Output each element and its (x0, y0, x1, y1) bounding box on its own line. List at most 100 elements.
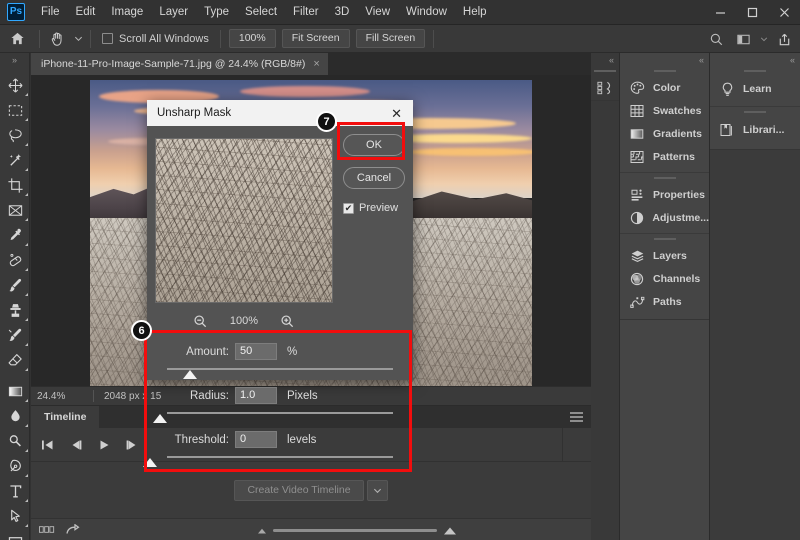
menu-type[interactable]: Type (196, 0, 237, 25)
panel-drag-handle[interactable] (620, 234, 709, 244)
home-icon[interactable] (0, 25, 34, 53)
collapse-dock-handle[interactable]: « (591, 53, 619, 66)
panel-drag-handle[interactable] (710, 107, 800, 117)
share-icon[interactable] (771, 25, 798, 53)
panel-tab-patterns[interactable]: Patterns (620, 145, 709, 168)
chevron-down-icon[interactable] (71, 25, 85, 53)
menu-3d[interactable]: 3D (327, 0, 358, 25)
frame-tool[interactable] (0, 198, 30, 223)
scroll-all-windows-checkbox[interactable]: Scroll All Windows (96, 33, 215, 45)
menu-view[interactable]: View (357, 0, 398, 25)
close-icon[interactable]: × (313, 58, 319, 70)
zoom-in-icon[interactable] (280, 314, 295, 329)
menu-layer[interactable]: Layer (151, 0, 196, 25)
panel-drag-handle[interactable] (620, 66, 709, 76)
collapse-panel-a-handle[interactable]: « (620, 53, 709, 66)
create-video-timeline-button[interactable]: Create Video Timeline (234, 479, 364, 501)
radius-slider[interactable] (147, 410, 413, 426)
crop-tool[interactable] (0, 173, 30, 198)
tab-timeline[interactable]: Timeline (31, 406, 100, 428)
fill-screen-button[interactable]: Fill Screen (355, 29, 426, 48)
panel-tab-swatches[interactable]: Swatches (620, 99, 709, 122)
menu-filter[interactable]: Filter (285, 0, 327, 25)
timeline-zoom-slider[interactable] (257, 526, 457, 535)
slider-track[interactable] (167, 368, 393, 370)
dodge-tool[interactable] (0, 429, 30, 454)
menu-edit[interactable]: Edit (68, 0, 104, 25)
previous-frame-icon[interactable] (69, 439, 83, 451)
menu-window[interactable]: Window (398, 0, 455, 25)
blur-tool[interactable] (0, 404, 30, 429)
rectangle-tool[interactable] (0, 529, 30, 540)
amount-input[interactable]: 50 (235, 343, 277, 360)
pen-tool[interactable] (0, 454, 30, 479)
frame-view-icon[interactable] (39, 525, 56, 534)
toolbar-collapse-handle[interactable]: » (0, 53, 29, 67)
close-icon[interactable]: ✕ (387, 105, 406, 122)
panel-tab-paths[interactable]: Paths (620, 290, 709, 313)
slider-track[interactable] (273, 529, 437, 532)
menu-help[interactable]: Help (455, 0, 495, 25)
play-icon[interactable] (97, 439, 111, 451)
panel-menu-icon[interactable] (570, 412, 583, 423)
hand-tool-icon[interactable] (45, 25, 71, 53)
slider-track[interactable] (167, 456, 393, 458)
panel-tab-layers[interactable]: Layers (620, 244, 709, 267)
zoom-100-button[interactable]: 100% (228, 29, 276, 48)
slider-thumb[interactable] (153, 414, 167, 423)
zoom-in-icon[interactable] (443, 526, 457, 536)
type-tool[interactable] (0, 479, 30, 504)
close-button[interactable] (768, 0, 800, 25)
menu-file[interactable]: File (33, 0, 68, 25)
object-selection-tool[interactable] (0, 148, 30, 173)
chevron-down-icon[interactable] (757, 25, 771, 53)
history-actions-icon[interactable] (591, 76, 619, 100)
history-brush-tool[interactable] (0, 323, 30, 348)
menu-image[interactable]: Image (103, 0, 151, 25)
threshold-input[interactable]: 0 (235, 431, 277, 448)
panel-tab-libraries[interactable]: Librari... (710, 117, 800, 143)
panel-tab-adjustments[interactable]: Adjustme... (620, 206, 709, 229)
move-tool[interactable] (0, 73, 30, 98)
gradient-tool[interactable] (0, 379, 30, 404)
panel-tab-gradients[interactable]: Gradients (620, 122, 709, 145)
cancel-button[interactable]: Cancel (343, 167, 405, 189)
panel-tab-channels[interactable]: Channels (620, 267, 709, 290)
threshold-slider[interactable] (143, 454, 413, 470)
workspace-icon[interactable] (730, 25, 757, 53)
zoom-out-icon[interactable] (257, 527, 267, 535)
search-icon[interactable] (703, 25, 730, 53)
panel-drag-handle[interactable] (620, 173, 709, 183)
radius-input[interactable]: 1.0 (235, 387, 277, 404)
ok-button[interactable]: OK (343, 134, 405, 156)
slider-track[interactable] (167, 412, 393, 414)
filter-preview[interactable] (155, 138, 333, 303)
unsharp-mask-dialog[interactable]: Unsharp Mask ✕ 100% OK Cancel ✔ Preview … (143, 100, 413, 467)
menu-select[interactable]: Select (237, 0, 285, 25)
collapse-panel-b-handle[interactable]: « (710, 53, 800, 66)
lasso-tool[interactable] (0, 123, 30, 148)
go-to-first-frame-icon[interactable] (41, 439, 55, 451)
eyedropper-tool[interactable] (0, 223, 30, 248)
panel-tab-color[interactable]: Color (620, 76, 709, 99)
panel-tab-learn[interactable]: Learn (710, 76, 800, 102)
chevron-down-icon[interactable] (366, 479, 388, 501)
zoom-out-icon[interactable] (193, 314, 208, 329)
zoom-level[interactable]: 24.4% (31, 391, 93, 402)
panel-drag-handle[interactable] (710, 66, 800, 76)
brush-tool[interactable] (0, 273, 30, 298)
fit-screen-button[interactable]: Fit Screen (281, 29, 350, 48)
rectangular-marquee-tool[interactable] (0, 98, 30, 123)
convert-to-frames-icon[interactable] (66, 523, 81, 536)
panel-tab-properties[interactable]: Properties (620, 183, 709, 206)
preview-checkbox[interactable]: ✔ Preview (343, 202, 405, 214)
eraser-tool[interactable] (0, 348, 30, 373)
document-tab[interactable]: iPhone-11-Pro-Image-Sample-71.jpg @ 24.4… (31, 53, 329, 75)
minimize-button[interactable] (704, 0, 736, 25)
slider-thumb[interactable] (183, 370, 197, 379)
clone-stamp-tool[interactable] (0, 298, 30, 323)
next-frame-icon[interactable] (125, 439, 139, 451)
path-selection-tool[interactable] (0, 504, 30, 529)
slider-thumb[interactable] (143, 458, 157, 467)
amount-slider[interactable] (147, 366, 413, 382)
